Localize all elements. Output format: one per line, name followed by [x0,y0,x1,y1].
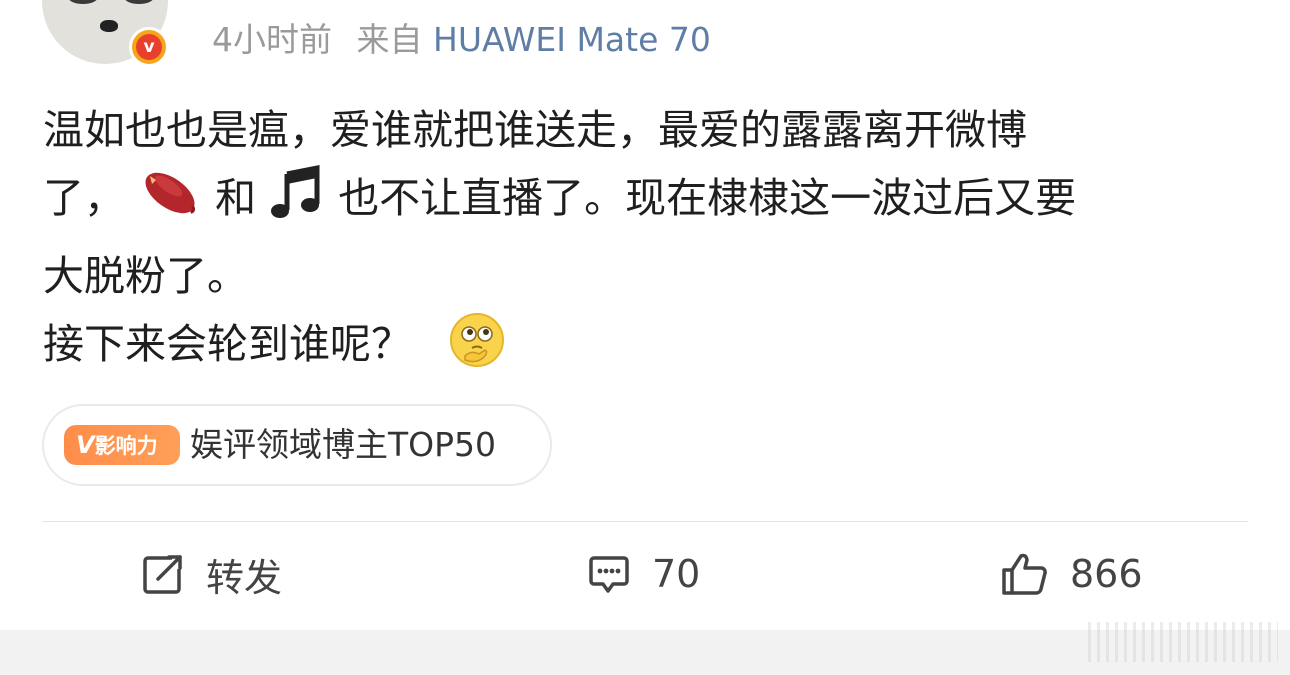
post-text-segment: 接下来会轮到谁呢？ [43,320,412,368]
influence-badge-text: 影响力 [94,434,158,458]
post-text-segment: 也不让直播了。现在棣棣这一波过后又要 [338,174,1077,222]
post-meta: 4小时前 来自 HUAWEI Mate 70 [212,20,711,60]
like-icon [1000,552,1048,596]
avatar-nose [100,20,118,32]
post-source-label: 来自 [356,20,423,59]
avatar-right-eye [124,0,154,4]
avatar-left-eye [68,0,98,4]
post-text: 温如也也是瘟，爱谁就把谁送走，最爱的露露离开微博 了， 和 也不让直播了。现在棣… [43,96,1243,388]
watermark [1088,622,1278,662]
post-text-segment: 和 [215,174,257,222]
comment-icon [588,553,630,595]
post-text-line-3: 大脱粉了。 [43,252,248,300]
post-text-segment: 了， [43,174,125,222]
repost-label: 转发 [206,555,283,600]
comment-count: 70 [652,552,701,596]
post-text-line-4: 接下来会轮到谁呢？ [43,310,1243,388]
verified-badge-icon: v [129,27,169,67]
comment-button[interactable]: 70 [588,548,700,600]
post-time: 4小时前 [212,20,332,59]
sweet-potato-icon [138,164,202,242]
influence-chip-label: 娱评领域博主TOP50 [190,425,497,464]
post-text-line-1: 温如也也是瘟，爱谁就把谁送走，最爱的露露离开微博 [43,106,1027,154]
thinking-face-icon [449,312,505,388]
music-note-icon [269,164,325,242]
influence-badge: V影响力 [64,425,180,465]
verified-badge-letter: v [136,34,162,60]
post-text-line-2: 了， 和 也不让直播了。现在棣棣这一波过后又要 [43,164,1243,242]
post-source-device[interactable]: HUAWEI Mate 70 [433,20,711,59]
divider [42,521,1248,522]
like-button[interactable]: 866 [1000,548,1143,600]
repost-button[interactable]: 转发 [142,548,282,600]
repost-icon [142,553,184,595]
influence-chip[interactable]: V影响力 娱评领域博主TOP50 [42,404,552,486]
like-count: 866 [1070,552,1143,596]
influence-v-mark: V [76,431,95,459]
